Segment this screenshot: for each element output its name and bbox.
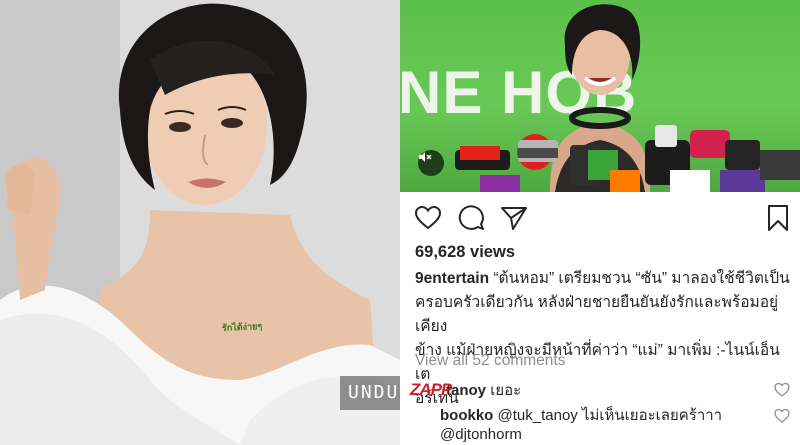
caption-line-1: “ต้นหอม” เตรียมชวน “ซัน” มาลองใช้ชีวิตเป… xyxy=(489,270,790,287)
comment-row: tanoy เยอะ xyxy=(446,378,521,402)
portrait-photo: รักได้ง่ายๆ UNDUBB xyxy=(0,0,400,445)
comment-button[interactable] xyxy=(457,204,485,232)
comment-continuation: @djtonhorm xyxy=(440,426,522,443)
post-action-bar xyxy=(414,204,794,234)
post-video[interactable]: NE HOB xyxy=(400,0,800,192)
comment-text: เยอะ xyxy=(490,382,522,399)
video-scene xyxy=(455,4,800,192)
caption-username[interactable]: 9entertain xyxy=(415,270,489,287)
comment-like-icon[interactable] xyxy=(774,382,790,398)
paper-plane-icon xyxy=(501,207,527,230)
share-button[interactable] xyxy=(500,204,528,232)
zapp-brand-logo: ZAPP xyxy=(410,380,452,399)
comment-like-icon[interactable] xyxy=(774,408,790,424)
caption-line-2: ครอบครัวเดียวกัน หลังฝ่ายชายยืนยันยังรัก… xyxy=(415,294,779,335)
bookmark-outline-icon xyxy=(768,205,788,231)
save-button[interactable] xyxy=(764,204,792,232)
undubb-watermark: UNDUBB xyxy=(340,376,400,410)
instagram-post: NE HOB 69,628 views 9entertain “ต้นหอม” … xyxy=(400,0,800,445)
comment-username[interactable]: tanoy xyxy=(446,382,486,399)
view-all-comments-link[interactable]: View all 52 comments xyxy=(415,352,565,370)
like-button[interactable] xyxy=(414,204,442,232)
chest-tattoo: รักได้ง่ายๆ xyxy=(221,321,263,335)
speech-bubble-icon xyxy=(458,205,484,230)
view-count: 69,628 views xyxy=(415,243,515,261)
mute-button[interactable] xyxy=(418,150,444,176)
comment-text: @tuk_tanoy ไม่เห็นเยอะเลยคร้าาา xyxy=(497,407,723,424)
heart-outline-icon xyxy=(415,206,441,230)
comment-username[interactable]: bookko xyxy=(440,407,493,424)
speaker-muted-icon xyxy=(419,152,432,162)
comment-row: bookko @tuk_tanoy ไม่เห็นเยอะเลยคร้าาา xyxy=(440,403,722,427)
